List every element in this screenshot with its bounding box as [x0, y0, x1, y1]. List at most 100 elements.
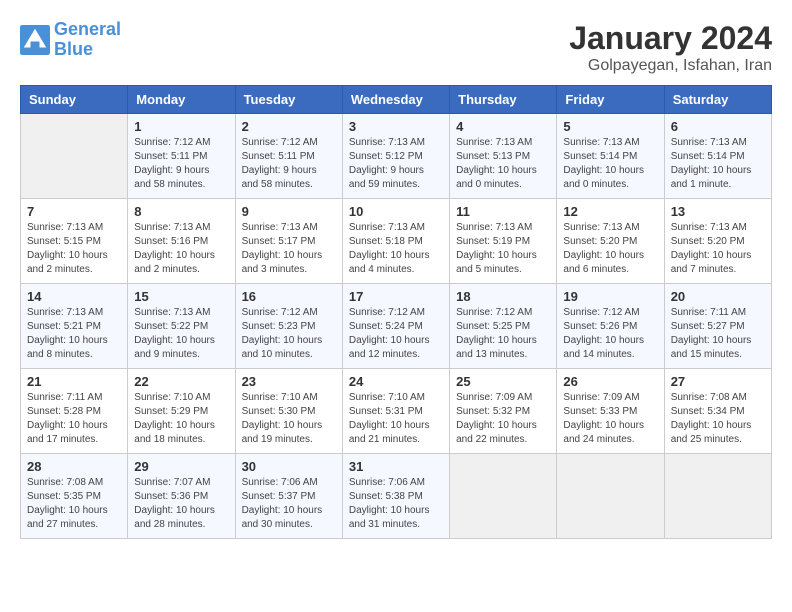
- day-cell: 24 Sunrise: 7:10 AM Sunset: 5:31 PM Dayli…: [342, 369, 449, 454]
- day-number: 24: [349, 374, 443, 389]
- calendar-table: SundayMondayTuesdayWednesdayThursdayFrid…: [20, 85, 772, 539]
- day-number: 10: [349, 204, 443, 219]
- day-number: 17: [349, 289, 443, 304]
- day-cell: 6 Sunrise: 7:13 AM Sunset: 5:14 PM Daylig…: [664, 114, 771, 199]
- day-info: Sunrise: 7:13 AM Sunset: 5:13 PM Dayligh…: [456, 136, 550, 192]
- day-number: 21: [27, 374, 121, 389]
- day-info: Sunrise: 7:13 AM Sunset: 5:15 PM Dayligh…: [27, 221, 121, 277]
- day-info: Sunrise: 7:12 AM Sunset: 5:11 PM Dayligh…: [134, 136, 228, 192]
- day-number: 6: [671, 119, 765, 134]
- day-number: 16: [242, 289, 336, 304]
- day-info: Sunrise: 7:08 AM Sunset: 5:34 PM Dayligh…: [671, 391, 765, 447]
- day-info: Sunrise: 7:13 AM Sunset: 5:14 PM Dayligh…: [671, 136, 765, 192]
- calendar-header: SundayMondayTuesdayWednesdayThursdayFrid…: [21, 86, 772, 114]
- day-number: 5: [563, 119, 657, 134]
- day-cell: 5 Sunrise: 7:13 AM Sunset: 5:14 PM Daylig…: [557, 114, 664, 199]
- week-row-4: 21 Sunrise: 7:11 AM Sunset: 5:28 PM Dayli…: [21, 369, 772, 454]
- day-info: Sunrise: 7:09 AM Sunset: 5:33 PM Dayligh…: [563, 391, 657, 447]
- logo-line2: Blue: [54, 39, 93, 59]
- day-number: 2: [242, 119, 336, 134]
- day-cell: 1 Sunrise: 7:12 AM Sunset: 5:11 PM Daylig…: [128, 114, 235, 199]
- day-info: Sunrise: 7:13 AM Sunset: 5:17 PM Dayligh…: [242, 221, 336, 277]
- day-cell: 25 Sunrise: 7:09 AM Sunset: 5:32 PM Dayli…: [450, 369, 557, 454]
- day-info: Sunrise: 7:06 AM Sunset: 5:37 PM Dayligh…: [242, 476, 336, 532]
- day-number: 18: [456, 289, 550, 304]
- day-cell: 3Sunrise: 7:13 AM Sunset: 5:12 PM Daylig…: [342, 114, 449, 199]
- day-cell: [557, 454, 664, 539]
- day-info: Sunrise: 7:13 AM Sunset: 5:18 PM Dayligh…: [349, 221, 443, 277]
- title-block: January 2024 Golpayegan, Isfahan, Iran: [569, 20, 772, 75]
- day-cell: [450, 454, 557, 539]
- day-cell: 9Sunrise: 7:13 AM Sunset: 5:17 PM Daylig…: [235, 199, 342, 284]
- day-number: 4: [456, 119, 550, 134]
- page-header: General Blue January 2024 Golpayegan, Is…: [20, 20, 772, 75]
- day-cell: 30Sunrise: 7:06 AM Sunset: 5:37 PM Dayli…: [235, 454, 342, 539]
- day-cell: 7 Sunrise: 7:13 AM Sunset: 5:15 PM Daylig…: [21, 199, 128, 284]
- day-cell: 14 Sunrise: 7:13 AM Sunset: 5:21 PM Dayli…: [21, 284, 128, 369]
- day-number: 28: [27, 459, 121, 474]
- day-number: 1: [134, 119, 228, 134]
- logo: General Blue: [20, 20, 121, 60]
- day-info: Sunrise: 7:09 AM Sunset: 5:32 PM Dayligh…: [456, 391, 550, 447]
- location-subtitle: Golpayegan, Isfahan, Iran: [569, 57, 772, 75]
- day-cell: 21 Sunrise: 7:11 AM Sunset: 5:28 PM Dayli…: [21, 369, 128, 454]
- day-info: Sunrise: 7:10 AM Sunset: 5:29 PM Dayligh…: [134, 391, 228, 447]
- header-cell-monday: Monday: [128, 86, 235, 114]
- day-number: 23: [242, 374, 336, 389]
- day-cell: 4 Sunrise: 7:13 AM Sunset: 5:13 PM Daylig…: [450, 114, 557, 199]
- week-row-1: 1 Sunrise: 7:12 AM Sunset: 5:11 PM Daylig…: [21, 114, 772, 199]
- day-info: Sunrise: 7:10 AM Sunset: 5:31 PM Dayligh…: [349, 391, 443, 447]
- day-cell: 10 Sunrise: 7:13 AM Sunset: 5:18 PM Dayli…: [342, 199, 449, 284]
- day-info: Sunrise: 7:12 AM Sunset: 5:25 PM Dayligh…: [456, 306, 550, 362]
- month-title: January 2024: [569, 20, 772, 57]
- day-cell: 17Sunrise: 7:12 AM Sunset: 5:24 PM Dayli…: [342, 284, 449, 369]
- day-info: Sunrise: 7:11 AM Sunset: 5:27 PM Dayligh…: [671, 306, 765, 362]
- day-cell: 28 Sunrise: 7:08 AM Sunset: 5:35 PM Dayli…: [21, 454, 128, 539]
- day-number: 29: [134, 459, 228, 474]
- day-cell: 15Sunrise: 7:13 AM Sunset: 5:22 PM Dayli…: [128, 284, 235, 369]
- day-number: 27: [671, 374, 765, 389]
- day-info: Sunrise: 7:08 AM Sunset: 5:35 PM Dayligh…: [27, 476, 121, 532]
- day-cell: 18 Sunrise: 7:12 AM Sunset: 5:25 PM Dayli…: [450, 284, 557, 369]
- day-number: 15: [134, 289, 228, 304]
- day-cell: 23 Sunrise: 7:10 AM Sunset: 5:30 PM Dayli…: [235, 369, 342, 454]
- day-number: 25: [456, 374, 550, 389]
- day-info: Sunrise: 7:12 AM Sunset: 5:11 PM Dayligh…: [242, 136, 336, 192]
- calendar-body: 1 Sunrise: 7:12 AM Sunset: 5:11 PM Daylig…: [21, 114, 772, 539]
- day-info: Sunrise: 7:07 AM Sunset: 5:36 PM Dayligh…: [134, 476, 228, 532]
- logo-icon: [20, 25, 50, 55]
- day-number: 31: [349, 459, 443, 474]
- day-info: Sunrise: 7:13 AM Sunset: 5:20 PM Dayligh…: [671, 221, 765, 277]
- day-info: Sunrise: 7:13 AM Sunset: 5:14 PM Dayligh…: [563, 136, 657, 192]
- header-cell-sunday: Sunday: [21, 86, 128, 114]
- day-cell: [664, 454, 771, 539]
- day-cell: 2 Sunrise: 7:12 AM Sunset: 5:11 PM Daylig…: [235, 114, 342, 199]
- day-number: 19: [563, 289, 657, 304]
- day-info: Sunrise: 7:10 AM Sunset: 5:30 PM Dayligh…: [242, 391, 336, 447]
- header-cell-saturday: Saturday: [664, 86, 771, 114]
- day-cell: 13Sunrise: 7:13 AM Sunset: 5:20 PM Dayli…: [664, 199, 771, 284]
- day-number: 22: [134, 374, 228, 389]
- day-info: Sunrise: 7:11 AM Sunset: 5:28 PM Dayligh…: [27, 391, 121, 447]
- day-cell: 22 Sunrise: 7:10 AM Sunset: 5:29 PM Dayli…: [128, 369, 235, 454]
- week-row-3: 14 Sunrise: 7:13 AM Sunset: 5:21 PM Dayli…: [21, 284, 772, 369]
- header-cell-friday: Friday: [557, 86, 664, 114]
- day-number: 14: [27, 289, 121, 304]
- week-row-2: 7 Sunrise: 7:13 AM Sunset: 5:15 PM Daylig…: [21, 199, 772, 284]
- day-cell: 12Sunrise: 7:13 AM Sunset: 5:20 PM Dayli…: [557, 199, 664, 284]
- day-cell: 26Sunrise: 7:09 AM Sunset: 5:33 PM Dayli…: [557, 369, 664, 454]
- day-info: Sunrise: 7:06 AM Sunset: 5:38 PM Dayligh…: [349, 476, 443, 532]
- day-info: Sunrise: 7:13 AM Sunset: 5:21 PM Dayligh…: [27, 306, 121, 362]
- day-cell: 29 Sunrise: 7:07 AM Sunset: 5:36 PM Dayli…: [128, 454, 235, 539]
- day-cell: 16 Sunrise: 7:12 AM Sunset: 5:23 PM Dayli…: [235, 284, 342, 369]
- day-number: 7: [27, 204, 121, 219]
- day-cell: 27 Sunrise: 7:08 AM Sunset: 5:34 PM Dayli…: [664, 369, 771, 454]
- logo-line1: General: [54, 19, 121, 39]
- day-cell: 20Sunrise: 7:11 AM Sunset: 5:27 PM Dayli…: [664, 284, 771, 369]
- logo-text: General Blue: [54, 20, 121, 60]
- day-info: Sunrise: 7:12 AM Sunset: 5:23 PM Dayligh…: [242, 306, 336, 362]
- day-cell: 11Sunrise: 7:13 AM Sunset: 5:19 PM Dayli…: [450, 199, 557, 284]
- day-number: 11: [456, 204, 550, 219]
- header-cell-thursday: Thursday: [450, 86, 557, 114]
- week-row-5: 28 Sunrise: 7:08 AM Sunset: 5:35 PM Dayli…: [21, 454, 772, 539]
